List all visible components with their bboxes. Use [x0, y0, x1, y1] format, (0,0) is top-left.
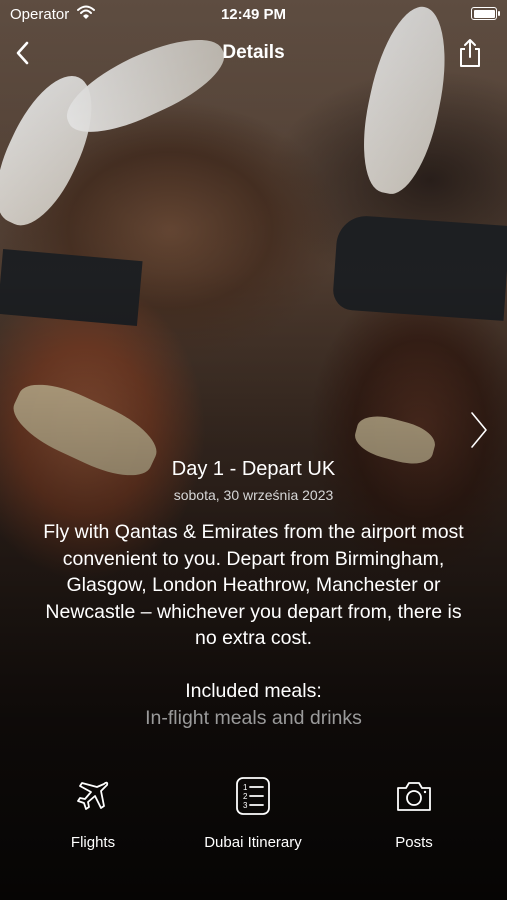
svg-text:3: 3	[243, 801, 248, 810]
dubai-itinerary-button[interactable]: 1 2 3 Dubai Itinerary	[178, 776, 328, 851]
flights-label: Flights	[70, 834, 116, 851]
camera-icon	[397, 782, 431, 811]
flights-button[interactable]: Flights	[18, 776, 168, 851]
posts-button[interactable]: Posts	[339, 776, 489, 851]
navigation-bar: Details	[0, 36, 507, 70]
page-title: Details	[222, 42, 285, 63]
bottom-toolbar: Flights 1 2 3 Dubai Itinerary Posts	[0, 776, 507, 876]
day-date: sobota, 30 września 2023	[173, 487, 334, 503]
posts-label: Posts	[395, 834, 433, 851]
day-details: Day 1 - Depart UK sobota, 30 września 20…	[0, 458, 507, 730]
dubai-itinerary-label: Dubai Itinerary	[204, 834, 302, 851]
day-title: Day 1 - Depart UK	[171, 458, 336, 480]
battery-icon	[471, 7, 500, 20]
included-meals-label: Included meals:	[185, 679, 322, 702]
gradient-overlay	[0, 0, 507, 900]
svg-text:1: 1	[243, 783, 248, 792]
status-bar: Operator 12:49 PM	[0, 0, 507, 28]
numbered-list-icon: 1 2 3	[236, 777, 270, 815]
status-time: 12:49 PM	[220, 6, 287, 23]
next-chevron-icon[interactable]	[469, 410, 489, 450]
included-meals-value: In-flight meals and drinks	[145, 706, 362, 729]
airplane-icon	[77, 781, 109, 810]
svg-text:2: 2	[243, 792, 248, 801]
share-icon[interactable]	[457, 38, 483, 68]
day-description: Fly with Qantas & Emirates from the airp…	[43, 521, 464, 649]
